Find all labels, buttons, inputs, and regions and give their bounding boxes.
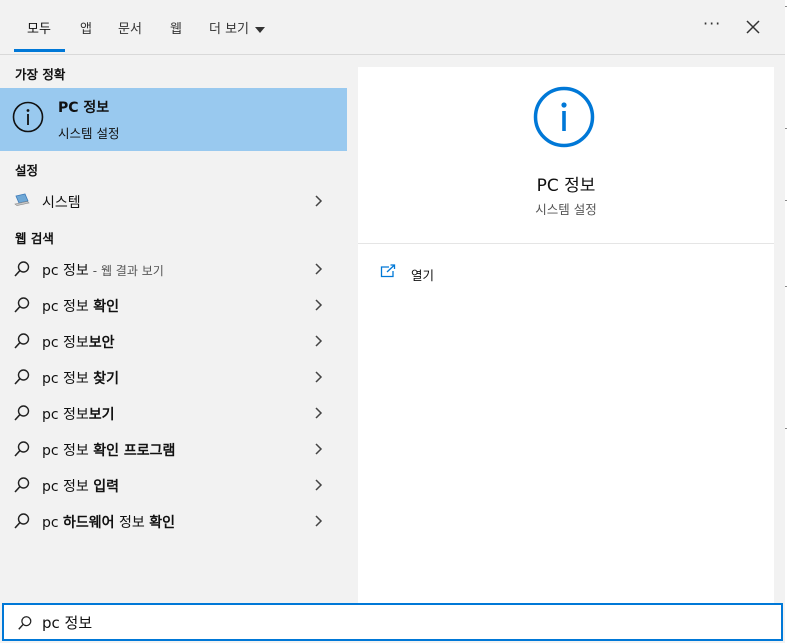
best-match-item[interactable]: PC 정보 시스템 설정 (0, 88, 347, 151)
search-icon (14, 297, 30, 313)
search-icon (14, 405, 30, 421)
best-match-subtitle: 시스템 설정 (58, 126, 120, 141)
chevron-right-icon (315, 407, 323, 419)
chevron-right-icon (315, 479, 323, 491)
web-result-label: pc 정보 찾기 (42, 371, 120, 387)
tab-bar: 모두 앱 문서 웹 더 보기 ··· (0, 0, 785, 55)
section-title-best-match: 가장 정확 (15, 67, 66, 82)
tab-apps[interactable]: 앱 (80, 18, 92, 37)
start-search-panel: 모두 앱 문서 웹 더 보기 ··· 가장 정확 PC 정보 시스템 설정 설정 (0, 0, 785, 643)
web-result-label: pc 정보보기 (42, 407, 115, 423)
web-result-label: pc 정보보안 (42, 335, 115, 351)
chevron-right-icon (315, 515, 323, 527)
tab-more-label: 더 보기 (209, 22, 250, 37)
results-list: 가장 정확 PC 정보 시스템 설정 설정 시스템 웹 검색 pc 정보 - 웹 … (0, 55, 347, 603)
search-icon (14, 261, 30, 277)
web-result-item[interactable]: pc 정보 확인 프로그램 (0, 432, 347, 466)
tab-more[interactable]: 더 보기 (209, 18, 266, 37)
chevron-right-icon (315, 335, 323, 347)
open-label: 열기 (411, 268, 435, 283)
preview-subtitle: 시스템 설정 (535, 202, 597, 217)
web-result-label: pc 하드웨어 정보 확인 (42, 515, 176, 531)
chevron-down-icon (255, 26, 266, 33)
web-result-item[interactable]: pc 정보 찾기 (0, 360, 347, 394)
web-result-label: pc 정보 확인 (42, 299, 120, 315)
more-options-button[interactable]: ··· (703, 14, 721, 33)
search-icon (14, 513, 30, 529)
web-result-item[interactable]: pc 정보 - 웹 결과 보기 (0, 252, 347, 286)
preview-pane: PC 정보 시스템 설정 열기 (358, 67, 774, 603)
search-icon (18, 616, 32, 630)
chevron-right-icon (315, 371, 323, 383)
web-result-item[interactable]: pc 정보보기 (0, 396, 347, 430)
search-icon (14, 441, 30, 457)
web-result-item[interactable]: pc 정보 입력 (0, 468, 347, 502)
settings-item-system[interactable]: 시스템 (0, 184, 347, 218)
best-match-title: PC 정보 (58, 100, 110, 116)
web-result-label: pc 정보 입력 (42, 479, 120, 495)
open-icon (380, 264, 396, 278)
settings-item-label: 시스템 (42, 195, 81, 211)
tab-documents[interactable]: 문서 (118, 18, 142, 37)
search-icon (14, 333, 30, 349)
tab-all[interactable]: 모두 (27, 18, 51, 37)
web-result-item[interactable]: pc 하드웨어 정보 확인 (0, 504, 347, 538)
section-title-settings: 설정 (15, 163, 39, 178)
search-input[interactable] (42, 609, 742, 635)
web-result-label: pc 정보 확인 프로그램 (42, 443, 176, 459)
chevron-right-icon (315, 195, 323, 207)
preview-title: PC 정보 (536, 176, 596, 196)
active-tab-indicator (14, 49, 65, 52)
laptop-icon (14, 193, 30, 206)
chevron-right-icon (315, 443, 323, 455)
divider (358, 243, 774, 244)
info-icon (12, 101, 44, 133)
search-icon (14, 477, 30, 493)
info-icon (533, 86, 595, 148)
search-icon (14, 369, 30, 385)
chevron-right-icon (315, 299, 323, 311)
section-title-web-search: 웹 검색 (15, 231, 54, 246)
tab-web[interactable]: 웹 (170, 18, 182, 37)
web-result-label: pc 정보 - 웹 결과 보기 (42, 263, 164, 279)
search-box[interactable] (2, 603, 783, 641)
web-result-item[interactable]: pc 정보 확인 (0, 288, 347, 322)
close-icon[interactable] (742, 16, 764, 38)
chevron-right-icon (315, 263, 323, 275)
open-action[interactable]: 열기 (380, 262, 500, 284)
web-result-item[interactable]: pc 정보보안 (0, 324, 347, 358)
